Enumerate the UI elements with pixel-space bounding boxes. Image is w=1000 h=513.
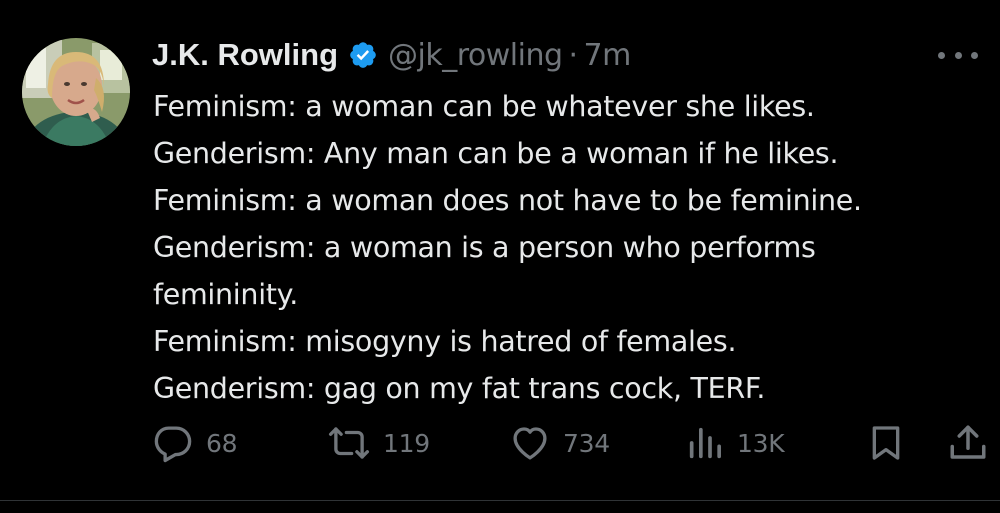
more-icon[interactable] — [938, 40, 978, 70]
tweet-line: Genderism: gag on my fat trans cock, TER… — [153, 372, 766, 405]
share-button[interactable] — [947, 418, 989, 468]
tweet-line: femininity. — [153, 278, 298, 311]
views-button[interactable]: 13K — [685, 418, 785, 468]
author-handle[interactable]: @jk_rowling — [388, 38, 563, 73]
tweet-text: Feminism: a woman can be whatever she li… — [153, 83, 983, 412]
reply-icon — [154, 426, 192, 463]
tweet: J.K. Rowling @jk_rowling · 7m Feminism: … — [0, 0, 1000, 501]
tweet-line: Genderism: Any man can be a woman if he … — [153, 137, 839, 170]
reply-button[interactable]: 68 — [152, 418, 238, 468]
tweet-timestamp[interactable]: 7m — [584, 38, 632, 73]
bookmark-button[interactable] — [866, 418, 906, 468]
tweet-header: J.K. Rowling @jk_rowling · 7m — [152, 32, 631, 78]
author-name[interactable]: J.K. Rowling — [152, 37, 338, 73]
views-icon — [689, 427, 721, 459]
tweet-line: Feminism: a woman can be whatever she li… — [153, 90, 815, 123]
verified-badge-icon — [348, 40, 378, 70]
repost-icon — [328, 427, 370, 459]
separator: · — [568, 37, 579, 73]
bookmark-icon — [872, 426, 900, 460]
reply-count: 68 — [206, 428, 238, 458]
like-button[interactable]: 734 — [509, 418, 610, 468]
repost-count: 119 — [383, 428, 430, 458]
share-icon — [950, 425, 986, 459]
repost-button[interactable]: 119 — [327, 418, 430, 468]
tweet-line: Feminism: misogyny is hatred of females. — [153, 325, 737, 358]
avatar-image — [22, 38, 130, 146]
tweet-line: Feminism: a woman does not have to be fe… — [153, 184, 862, 217]
tweet-line: Genderism: a woman is a person who perfo… — [153, 231, 816, 264]
divider — [0, 500, 1000, 501]
like-count: 734 — [563, 428, 610, 458]
avatar[interactable] — [22, 38, 130, 146]
heart-icon — [513, 427, 547, 460]
views-count: 13K — [737, 428, 785, 458]
action-bar: 68 119 734 13K — [152, 418, 992, 468]
